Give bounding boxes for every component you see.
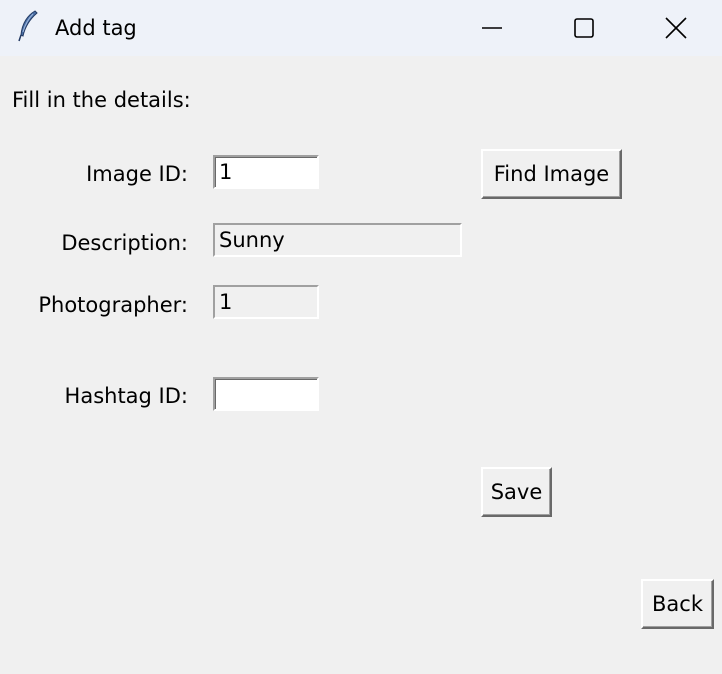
image-id-label: Image ID: <box>86 162 188 186</box>
save-button[interactable]: Save <box>481 467 552 517</box>
minimize-button[interactable] <box>446 0 538 56</box>
photographer-label: Photographer: <box>38 293 188 317</box>
description-label: Description: <box>61 231 188 255</box>
add-tag-window: Add tag Fill in the details: Image ID: F… <box>0 0 722 674</box>
photographer-field <box>213 285 319 319</box>
close-button[interactable] <box>630 0 722 56</box>
find-image-button[interactable]: Find Image <box>481 149 622 199</box>
maximize-icon <box>574 18 594 38</box>
description-field <box>213 223 462 257</box>
close-icon <box>665 17 687 39</box>
window-title: Add tag <box>55 16 137 40</box>
image-id-input[interactable] <box>213 155 319 189</box>
instructions-label: Fill in the details: <box>12 88 191 112</box>
feather-icon <box>18 10 38 42</box>
title-bar[interactable]: Add tag <box>0 0 722 56</box>
back-button[interactable]: Back <box>641 579 714 629</box>
maximize-button[interactable] <box>538 0 630 56</box>
hashtag-id-label: Hashtag ID: <box>64 384 188 408</box>
minimize-icon <box>482 27 502 29</box>
hashtag-id-input[interactable] <box>213 377 319 411</box>
